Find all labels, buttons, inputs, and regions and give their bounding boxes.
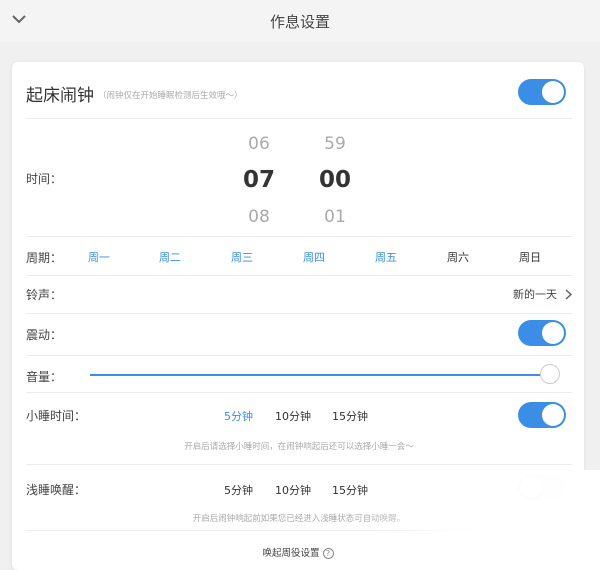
- volume-label: 音量：: [26, 370, 63, 384]
- day-thu[interactable]: 周四: [294, 249, 334, 265]
- day-wed[interactable]: 周三: [222, 249, 262, 265]
- chevron-right-icon: [565, 288, 572, 300]
- light-wake-option-5[interactable]: 5分钟: [224, 482, 253, 498]
- day-tue[interactable]: 周二: [150, 249, 190, 265]
- page-title: 作息设置: [269, 12, 330, 31]
- hour-current: 07: [242, 167, 275, 193]
- minute-current: 00: [318, 167, 351, 193]
- hour-picker[interactable]: 06 07 08: [234, 136, 284, 226]
- minute-prev: 59: [324, 134, 346, 154]
- minute-picker[interactable]: 59 00 01: [310, 136, 360, 226]
- light-wake-toggle[interactable]: [518, 474, 566, 500]
- alarm-subtitle: （闹钟仅在开始睡眠检测后生效哦～）: [98, 91, 243, 101]
- ringtone-row[interactable]: 铃声： 新的一天: [26, 282, 572, 306]
- hour-prev: 06: [248, 134, 270, 154]
- snooze-option-5[interactable]: 5分钟: [224, 408, 253, 424]
- day-mon[interactable]: 周一: [79, 249, 119, 265]
- header-bar: 作息设置: [0, 0, 600, 42]
- light-wake-label: 浅睡唤醒：: [26, 483, 87, 497]
- time-label: 时间：: [26, 172, 63, 186]
- alarm-settings-card: 起床闹钟 （闹钟仅在开始睡眠检测后生效哦～） 时间： 06 07 08 59 0…: [12, 62, 584, 570]
- alarm-title-row: 起床闹钟 （闹钟仅在开始睡眠检测后生效哦～）: [26, 80, 572, 106]
- snooze-label: 小睡时间：: [26, 409, 87, 423]
- snooze-hint: 开启后请选择小睡时间，在闹钟响起后还可以选择小睡一会～: [184, 442, 414, 452]
- hour-next: 08: [248, 207, 270, 227]
- volume-slider-thumb[interactable]: [540, 364, 560, 384]
- footer-link-label: 唤起周役设置: [262, 548, 320, 559]
- light-wake-option-15[interactable]: 15分钟: [332, 482, 368, 498]
- light-wake-hint: 开启后闹钟响起前如果您已经进入浅睡状态可自动唤醒。: [192, 514, 406, 524]
- vibrate-toggle[interactable]: [518, 320, 566, 346]
- ringtone-label: 铃声：: [26, 287, 63, 302]
- alarm-title: 起床闹钟: [26, 85, 94, 106]
- snooze-option-10[interactable]: 10分钟: [275, 408, 311, 424]
- minute-next: 01: [324, 207, 346, 227]
- volume-slider-track[interactable]: [90, 374, 550, 376]
- ringtone-value: 新的一天: [513, 288, 557, 301]
- question-icon: ?: [322, 548, 334, 559]
- snooze-toggle[interactable]: [518, 402, 566, 428]
- alarm-toggle[interactable]: [518, 79, 566, 105]
- chevron-down-icon[interactable]: [8, 8, 30, 30]
- light-wake-option-10[interactable]: 10分钟: [275, 482, 311, 498]
- day-fri[interactable]: 周五: [366, 249, 406, 265]
- snooze-option-15[interactable]: 15分钟: [332, 408, 368, 424]
- day-sat[interactable]: 周六: [438, 249, 478, 265]
- vibrate-label: 震动：: [26, 328, 63, 342]
- week-label: 周期：: [26, 251, 63, 265]
- footer-link[interactable]: 唤起周役设置?: [12, 545, 584, 559]
- day-sun[interactable]: 周日: [510, 249, 550, 265]
